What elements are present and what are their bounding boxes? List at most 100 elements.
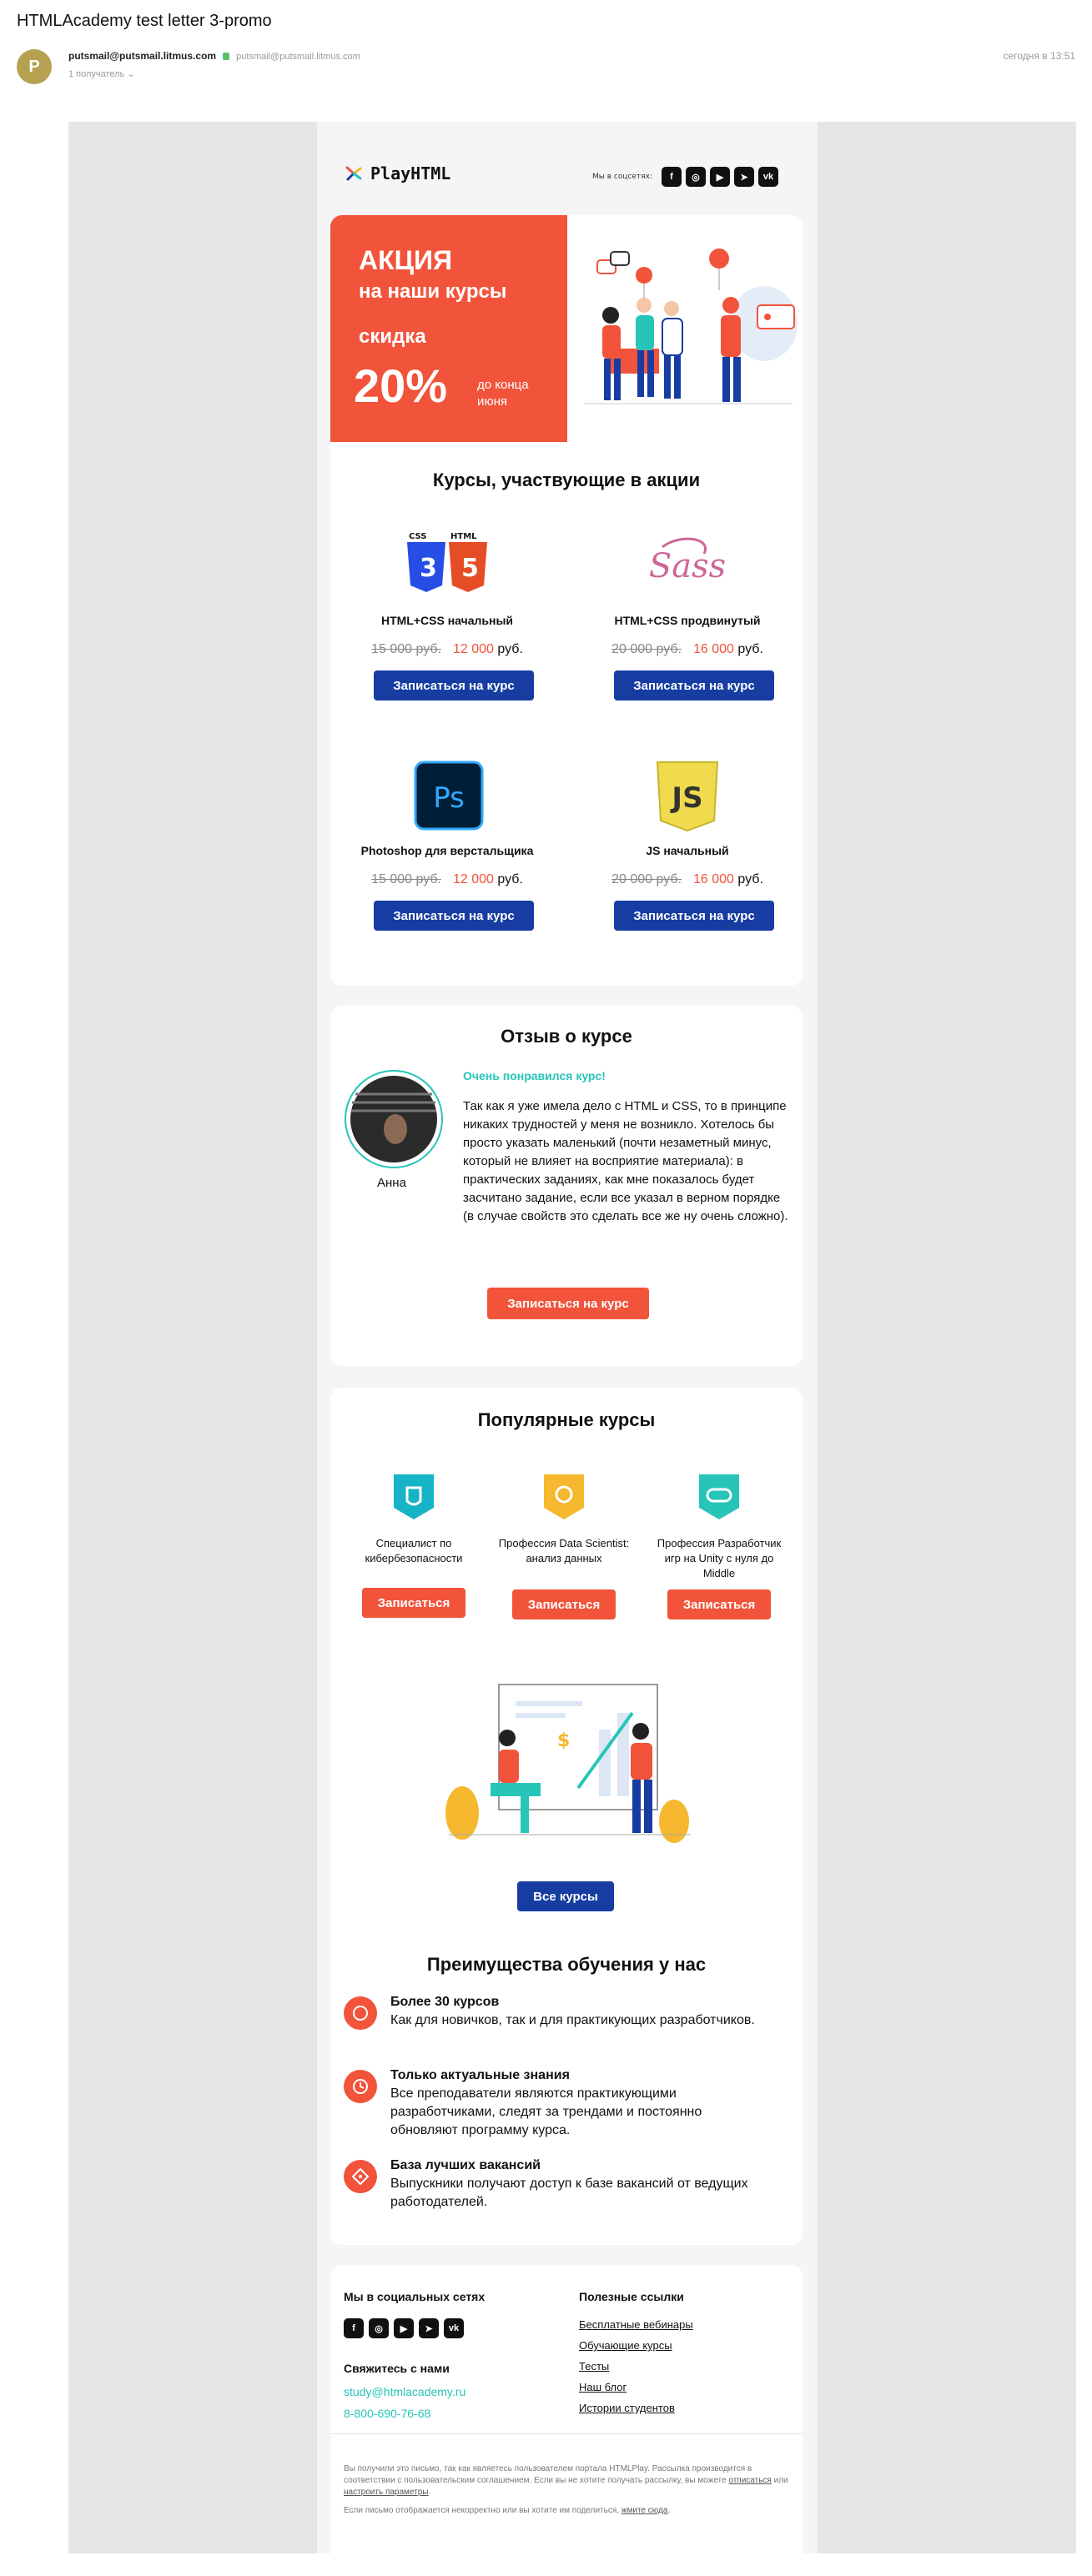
instagram-icon[interactable]: ◎ — [369, 2318, 389, 2338]
reviewer-name: Анна — [377, 1176, 406, 1190]
footer-phone-link[interactable]: 8-800-690-76-68 — [344, 2407, 430, 2420]
photoshop-logo-icon: Ps — [414, 761, 484, 831]
footer-links-title: Полезные ссылки — [579, 2290, 684, 2303]
game-controller-icon — [699, 1474, 739, 1519]
view-online-link[interactable]: жмите сюда — [621, 2506, 668, 2515]
svg-text:HTML: HTML — [450, 532, 477, 541]
popular-enroll-button[interactable]: Записаться — [512, 1589, 616, 1619]
advantage-text: Выпускники получают доступ к базе ваканс… — [390, 2177, 748, 2209]
footer-link-tests[interactable]: Тесты — [579, 2360, 609, 2373]
enroll-button[interactable]: Записаться на курс — [614, 901, 774, 931]
target-icon — [344, 2160, 377, 2193]
price-currency: руб. — [737, 642, 763, 656]
enroll-button[interactable]: Записаться на курс — [374, 670, 534, 700]
enroll-button[interactable]: Записаться на курс — [614, 670, 774, 700]
reviewer-avatar — [345, 1070, 443, 1168]
banner-subtitle: на наши курсы — [359, 280, 507, 303]
price-currency: руб. — [497, 642, 523, 656]
popular-title: Популярные курсы — [477, 1409, 656, 1430]
secure-lock-icon — [223, 53, 230, 60]
svg-text:5: 5 — [461, 554, 479, 583]
logo-spark-icon — [345, 166, 362, 181]
youtube-icon[interactable]: ▶ — [709, 167, 730, 187]
footer-link-stories[interactable]: Истории студентов — [579, 2402, 675, 2414]
telegram-icon[interactable]: ➤ — [733, 167, 754, 187]
new-price: 16 000 — [692, 642, 734, 656]
learning-illustration: $ — [445, 1684, 691, 1843]
course-price: 15 000 руб. 12 000 руб. — [339, 872, 556, 887]
cybersecurity-icon — [394, 1474, 434, 1519]
vk-icon[interactable]: vk — [757, 167, 778, 187]
unsubscribe-link[interactable]: отписаться — [728, 2476, 771, 2485]
course-price: 20 000 руб. 16 000 руб. — [579, 642, 796, 657]
sender-name[interactable]: putsmail@putsmail.litmus.com — [68, 50, 216, 62]
price-currency: руб. — [737, 872, 763, 886]
email-date: сегодня в 13:51 — [1003, 50, 1075, 62]
footer-link-blog[interactable]: Наш блог — [579, 2381, 627, 2393]
banner-until: до конца июня — [477, 378, 529, 409]
banner-discount: 20% — [354, 359, 448, 412]
settings-link[interactable]: настроить параметры — [344, 2488, 428, 2497]
youtube-icon[interactable]: ▶ — [394, 2318, 414, 2338]
footer-email-link[interactable]: study@htmlacademy.ru — [344, 2385, 465, 2398]
note-text: Если письмо отображается некорректно или… — [344, 2506, 620, 2515]
course-title: HTML+CSS продвинутый — [614, 614, 761, 627]
smile-icon — [344, 1996, 377, 2030]
course-card-photoshop: Ps Photoshop для верстальщика 15 000 руб… — [339, 761, 556, 944]
course-card-html-css-basic: CSS 3 HTML 5 HTML+CSS начальный 15 000 р… — [339, 530, 556, 714]
footer-divider — [330, 2433, 803, 2434]
new-price: 12 000 — [452, 642, 494, 656]
popular-enroll-button[interactable]: Записаться — [362, 1588, 465, 1618]
facebook-icon[interactable]: f — [344, 2318, 364, 2338]
telegram-icon[interactable]: ➤ — [419, 2318, 439, 2338]
footer-note-share: Если письмо отображается некорректно или… — [344, 2506, 671, 2515]
advantages-title: Преимущества обучения у нас — [426, 1954, 707, 1975]
recipients-toggle[interactable]: 1 получатель ⌄ — [68, 68, 135, 79]
banner-discount-label: скидка — [359, 325, 426, 348]
instagram-icon[interactable]: ◎ — [685, 167, 706, 187]
new-price: 16 000 — [692, 872, 734, 886]
review-title: Отзыв о курсе — [501, 1026, 632, 1047]
enroll-button[interactable]: Записаться на курс — [374, 901, 534, 931]
data-science-icon — [544, 1474, 584, 1519]
footer-social-icons: f ◎ ▶ ➤ vk — [344, 2318, 464, 2338]
popular-course-name: Специалист по кибербезопасности — [365, 1537, 463, 1564]
vk-icon[interactable]: vk — [444, 2318, 464, 2338]
sender-line: putsmail@putsmail.litmus.com putsmail@put… — [68, 50, 360, 62]
course-price: 20 000 руб. 16 000 руб. — [579, 872, 796, 887]
footer-note-unsubscribe: Вы получили это письмо, так как являетес… — [344, 2464, 788, 2497]
footer-link-webinars[interactable]: Бесплатные вебинары — [579, 2318, 693, 2331]
old-price: 20 000 руб. — [611, 642, 682, 656]
svg-text:CSS: CSS — [409, 532, 426, 541]
footer-social-title: Мы в социальных сетях — [344, 2290, 486, 2303]
popular-enroll-button[interactable]: Записаться — [667, 1589, 771, 1619]
popular-course-name: Профессия Data Scientist: анализ данных — [498, 1537, 630, 1564]
course-title: JS начальный — [646, 844, 729, 857]
sender-email[interactable]: putsmail@putsmail.litmus.com — [236, 52, 360, 62]
clock-icon — [344, 2070, 377, 2103]
header-social: Мы в соцсетях: f ◎ ▶ ➤ vk — [592, 167, 778, 187]
sass-logo-icon: Sass — [649, 537, 726, 585]
facebook-icon[interactable]: f — [661, 167, 682, 187]
old-price: 20 000 руб. — [611, 872, 682, 886]
review-text: Так как я уже имела дело с HTML и CSS, т… — [463, 1099, 788, 1223]
footer-link-courses[interactable]: Обучающие курсы — [579, 2339, 672, 2352]
courses-title: Курсы, участвующие в акции — [432, 470, 701, 490]
course-title: HTML+CSS начальный — [380, 614, 514, 627]
banner-illustration — [567, 215, 803, 442]
footer-contact-title: Свяжитесь с нами — [344, 2362, 450, 2375]
svg-text:JS: JS — [670, 781, 702, 815]
sender-avatar[interactable]: P — [17, 49, 52, 84]
course-card-html-css-advanced: Sass HTML+CSS продвинутый 20 000 руб. 16 … — [579, 530, 796, 714]
review-enroll-button[interactable]: Записаться на курс — [487, 1288, 649, 1319]
social-label: Мы в соцсетях: — [592, 173, 652, 181]
all-courses-button[interactable]: Все курсы — [517, 1881, 614, 1911]
note-or: или — [773, 2476, 788, 2485]
css-html-logo-icon: CSS 3 HTML 5 — [407, 532, 487, 592]
note-text: Вы получили это письмо, так как являетес… — [344, 2464, 752, 2485]
playhtml-logo[interactable]: PlayHTML — [344, 163, 450, 183]
email-subject: HTMLAcademy test letter 3-promo — [17, 12, 272, 30]
recipients-count: 1 получатель — [68, 69, 125, 79]
js-logo-icon: JS — [656, 761, 719, 832]
logo-text: PlayHTML — [370, 163, 451, 183]
